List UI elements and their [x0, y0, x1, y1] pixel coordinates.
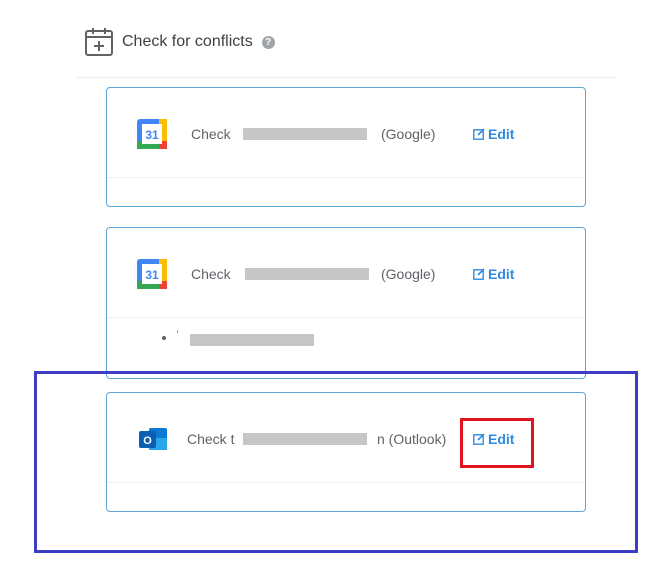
edit-button[interactable]: Edit	[473, 265, 514, 283]
help-icon[interactable]: ?	[261, 35, 275, 49]
google-calendar-day: 31	[145, 268, 159, 282]
calendar-card-2: 31 Check (Google) Edit	[106, 227, 586, 379]
calendar-label-prefix: Check	[191, 266, 231, 282]
header-divider	[76, 77, 616, 78]
redacted-sub-item	[190, 334, 314, 346]
conflicts-header: Check for conflicts ?	[84, 26, 275, 58]
calendar-provider: (Google)	[381, 126, 436, 142]
highlight-box-edit-button	[460, 418, 534, 468]
google-calendar-day: 31	[145, 128, 159, 142]
edit-label: Edit	[488, 126, 515, 142]
edit-label: Edit	[488, 266, 515, 282]
edit-icon	[473, 128, 485, 140]
list-tick	[177, 330, 178, 333]
calendar-card-1: 31 Check (Google) Edit	[106, 87, 586, 207]
highlight-box-outlook-card	[34, 371, 638, 553]
calendar-add-icon	[85, 28, 113, 56]
calendar-provider: (Google)	[381, 266, 436, 282]
list-bullet	[162, 336, 166, 340]
google-calendar-icon: 31	[137, 259, 167, 289]
redacted-calendar-name	[243, 128, 367, 140]
calendar-label-prefix: Check	[191, 126, 231, 142]
edit-button[interactable]: Edit	[473, 125, 514, 143]
section-title: Check for conflicts	[122, 33, 253, 50]
google-calendar-icon: 31	[137, 119, 167, 149]
edit-icon	[473, 268, 485, 280]
redacted-calendar-name	[245, 268, 369, 280]
